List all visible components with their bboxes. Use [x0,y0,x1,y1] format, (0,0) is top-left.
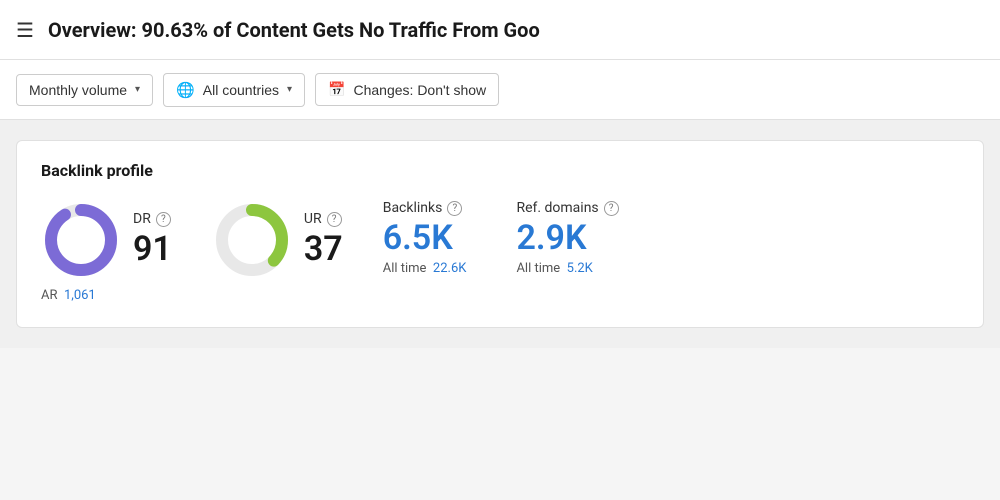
backlinks-block: Backlinks ? 6.5K All time 22.6K [383,200,467,276]
all-countries-label: All countries [203,82,279,98]
dr-value: 91 [133,231,172,268]
ar-label: AR [41,288,58,303]
header: ☰ Overview: 90.63% of Content Gets No Tr… [0,0,1000,60]
ur-value: 37 [304,231,343,268]
chevron-down-icon: ▾ [135,84,140,95]
ref-domains-help-icon[interactable]: ? [604,201,619,216]
ref-domains-alltime: All time 5.2K [516,261,618,276]
monthly-volume-dropdown[interactable]: Monthly volume ▾ [16,74,153,106]
card-title: Backlink profile [41,161,959,180]
changes-dropdown[interactable]: 📅 Changes: Don't show [315,73,499,106]
ref-domains-block: Ref. domains ? 2.9K All time 5.2K [516,200,618,276]
toolbar: Monthly volume ▾ 🌐 All countries ▾ 📅 Cha… [0,60,1000,120]
backlinks-alltime: All time 22.6K [383,261,467,276]
main-content: Backlink profile DR [0,120,1000,348]
calendar-icon: 📅 [328,81,345,98]
dr-help-icon[interactable]: ? [156,212,171,227]
ref-domains-value: 2.9K [516,220,618,257]
backlinks-help-icon[interactable]: ? [447,201,462,216]
ur-help-icon[interactable]: ? [327,212,342,227]
ref-domains-label: Ref. domains ? [516,200,618,216]
dr-label: DR ? [133,211,172,227]
ur-donut [212,200,292,280]
monthly-volume-label: Monthly volume [29,82,127,98]
hamburger-icon[interactable]: ☰ [16,18,34,42]
backlink-profile-card: Backlink profile DR [16,140,984,328]
page-title: Overview: 90.63% of Content Gets No Traf… [48,18,540,42]
dr-metric: DR ? 91 [41,200,172,280]
dr-donut [41,200,121,280]
globe-icon: 🌐 [176,81,195,99]
ar-row: AR 1,061 [41,288,212,303]
dr-block: DR ? 91 AR 1,061 [41,200,212,303]
ref-domains-alltime-value: 5.2K [567,261,593,276]
ur-metric: UR ? 37 [212,200,343,280]
metrics-row: DR ? 91 AR 1,061 [41,200,959,303]
backlinks-label: Backlinks ? [383,200,467,216]
chevron-down-icon-2: ▾ [287,84,292,95]
backlinks-alltime-value: 22.6K [433,261,467,276]
all-countries-dropdown[interactable]: 🌐 All countries ▾ [163,73,305,107]
changes-label: Changes: Don't show [354,82,487,98]
ar-value: 1,061 [64,288,96,303]
ur-label: UR ? [304,211,343,227]
backlinks-value: 6.5K [383,220,467,257]
